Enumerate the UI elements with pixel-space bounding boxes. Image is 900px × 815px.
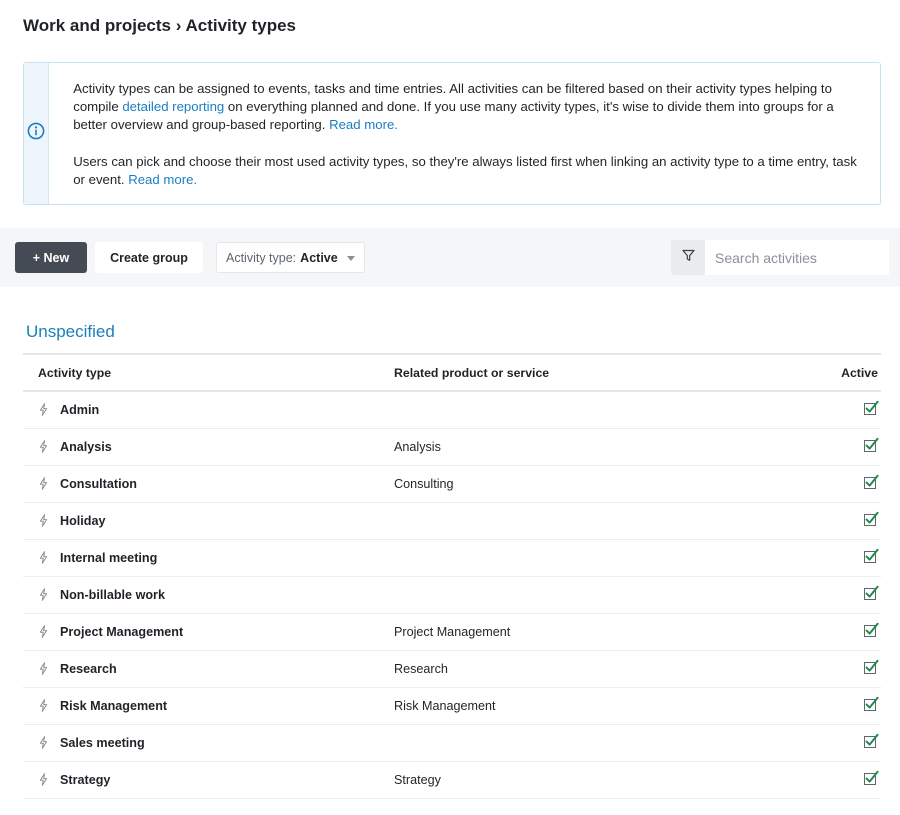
active-checkbox-icon[interactable] (863, 733, 879, 752)
lightning-icon (39, 551, 48, 567)
table-row[interactable]: Project Management Project Management (23, 614, 881, 651)
table-row[interactable]: Consultation Consulting (23, 466, 881, 503)
activity-name[interactable]: Research (60, 662, 117, 676)
table-row[interactable]: Research Research (23, 651, 881, 688)
related-product: Strategy (394, 773, 441, 787)
related-product: Consulting (394, 477, 454, 491)
read-more-link-1[interactable]: Read more. (329, 117, 398, 132)
info-paragraph-1: Activity types can be assigned to events… (73, 80, 860, 135)
related-product: Risk Management (394, 699, 496, 713)
activity-name[interactable]: Risk Management (60, 699, 167, 713)
detailed-reporting-link[interactable]: detailed reporting (122, 99, 224, 114)
new-button[interactable]: + New (15, 242, 87, 273)
active-checkbox-icon[interactable] (863, 622, 879, 641)
lightning-icon (39, 773, 48, 789)
lightning-icon (39, 477, 48, 493)
table-row[interactable]: Holiday (23, 503, 881, 540)
table-row[interactable]: Internal meeting (23, 540, 881, 577)
active-checkbox-icon[interactable] (863, 585, 879, 604)
page-title: Work and projects › Activity types (23, 16, 297, 35)
caret-down-icon (347, 256, 355, 261)
table-row[interactable]: Risk Management Risk Management (23, 688, 881, 725)
lightning-icon (39, 662, 48, 678)
info-text: Activity types can be assigned to events… (49, 63, 880, 204)
table-header: Activity type Related product or service… (23, 355, 881, 392)
activity-name[interactable]: Consultation (60, 477, 137, 491)
table-row[interactable]: Admin (23, 392, 881, 429)
activity-name[interactable]: Strategy (60, 773, 110, 787)
active-checkbox-icon[interactable] (863, 696, 879, 715)
column-header-active[interactable]: Active (841, 366, 878, 380)
lightning-icon (39, 736, 48, 752)
active-checkbox-icon[interactable] (863, 511, 879, 530)
activity-name[interactable]: Non-billable work (60, 588, 165, 602)
filter-value: Active (300, 250, 338, 265)
active-checkbox-icon[interactable] (863, 770, 879, 789)
read-more-link-2[interactable]: Read more. (128, 172, 197, 187)
toolbar: + New Create group Activity type: Active (0, 228, 900, 287)
info-panel: Activity types can be assigned to events… (23, 62, 881, 205)
activity-type-filter[interactable]: Activity type: Active (216, 242, 365, 273)
lightning-icon (39, 588, 48, 604)
active-checkbox-icon[interactable] (863, 437, 879, 456)
activity-name[interactable]: Holiday (60, 514, 106, 528)
activity-name[interactable]: Internal meeting (60, 551, 157, 565)
active-checkbox-icon[interactable] (863, 400, 879, 419)
related-product: Research (394, 662, 448, 676)
active-checkbox-icon[interactable] (863, 659, 879, 678)
filter-prefix: Activity type: (226, 250, 297, 265)
related-product: Analysis (394, 440, 441, 454)
create-group-button[interactable]: Create group (95, 242, 203, 273)
activity-name[interactable]: Analysis (60, 440, 112, 454)
lightning-icon (39, 699, 48, 715)
table-row[interactable]: Sales meeting (23, 725, 881, 762)
lightning-icon (39, 625, 48, 641)
table-row[interactable]: Non-billable work (23, 577, 881, 614)
column-header-activity-type[interactable]: Activity type (38, 366, 111, 380)
lightning-icon (39, 514, 48, 530)
info-icon (27, 122, 45, 145)
table-body: Admin Analysis Analysis Consultation Consult… (23, 392, 881, 799)
lightning-icon (39, 403, 48, 419)
column-header-related[interactable]: Related product or service (394, 366, 549, 380)
funnel-icon (681, 249, 695, 267)
activity-table: Activity type Related product or service… (23, 355, 881, 799)
active-checkbox-icon[interactable] (863, 474, 879, 493)
activity-name[interactable]: Project Management (60, 625, 183, 639)
active-checkbox-icon[interactable] (863, 548, 879, 567)
info-icon-column (24, 63, 50, 204)
table-row[interactable]: Strategy Strategy (23, 762, 881, 799)
lightning-icon (39, 440, 48, 456)
group-title[interactable]: Unspecified (26, 322, 115, 342)
table-row[interactable]: Analysis Analysis (23, 429, 881, 466)
filter-button[interactable] (671, 240, 705, 275)
search-input[interactable] (705, 240, 889, 275)
related-product: Project Management (394, 625, 511, 639)
info-paragraph-2: Users can pick and choose their most use… (73, 153, 860, 189)
activity-name[interactable]: Admin (60, 403, 99, 417)
activity-name[interactable]: Sales meeting (60, 736, 145, 750)
